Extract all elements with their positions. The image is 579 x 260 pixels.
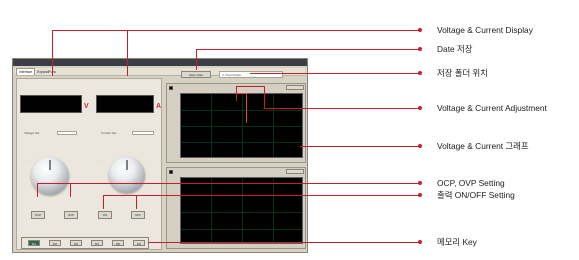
callout-line-on-v (103, 195, 104, 209)
gridline (211, 94, 212, 157)
current-set-field[interactable] (132, 131, 154, 135)
callout-line-ocp-ovp (37, 183, 420, 184)
callout-dot (418, 106, 422, 110)
gridline (273, 94, 274, 157)
voltage-set-field[interactable] (57, 131, 77, 135)
callout-line-adjust-v (236, 86, 237, 101)
gridline (273, 178, 274, 243)
callout-line-graph (300, 146, 420, 147)
current-display (96, 95, 154, 113)
gridline (211, 178, 212, 243)
lower-graph-frame (166, 167, 306, 249)
tab-expandfunc[interactable]: ExpandFunc (35, 69, 58, 76)
callout-label-memory: 메모리 Key (437, 237, 477, 247)
callout-line-folder (250, 73, 420, 74)
current-adjust-knob[interactable] (109, 157, 145, 193)
output-on-button[interactable]: ON (98, 211, 112, 219)
lower-graph (180, 177, 303, 244)
graph-trace (237, 93, 247, 123)
memory-key-2[interactable]: M2 (49, 240, 61, 246)
output-off-button[interactable]: OFF (131, 211, 145, 219)
voltage-set-label: Voltage Set (24, 131, 40, 135)
upper-graph-control[interactable] (286, 85, 304, 90)
ocp-button[interactable]: OCP (31, 211, 45, 219)
callout-dot (418, 47, 422, 51)
callout-label-output: 출력 ON/OFF Setting (437, 190, 515, 200)
memory-key-3[interactable]: M3 (70, 240, 82, 246)
callout-dot (418, 181, 422, 185)
memory-key-6[interactable]: M6 (133, 240, 145, 246)
memory-key-1[interactable]: M1 (28, 240, 40, 246)
callout-label-ocp-ovp: OCP, OVP Setting (437, 178, 505, 188)
callout-dot (418, 144, 422, 148)
callout-label-date-save: Date 저장 (437, 44, 473, 54)
graph-color-indicator (169, 170, 173, 174)
date-save-button[interactable]: Save Date (181, 71, 211, 78)
gridline (242, 178, 243, 243)
current-unit-label: A (156, 103, 162, 110)
callout-dot (418, 28, 422, 32)
callout-line-display-v (52, 30, 53, 76)
voltage-knob-indicator (49, 160, 51, 170)
callout-line-on-off (103, 195, 420, 196)
current-scale: · · · · · (97, 159, 106, 163)
callout-line-ocp-v (37, 183, 38, 197)
callout-line-off-v (136, 195, 137, 209)
current-knob-indicator (126, 160, 128, 170)
callout-dot (418, 193, 422, 197)
window-titlebar (13, 59, 307, 66)
callout-label-graph: Voltage & Current 그래프 (437, 141, 529, 151)
ovp-button[interactable]: OVP (64, 211, 78, 219)
callout-line-date-v (196, 49, 197, 70)
callout-label-adjustment: Voltage & Current Adjustment (437, 103, 547, 113)
callout-line-adjust-b (264, 86, 265, 108)
callout-line-memory (148, 242, 420, 243)
voltage-current-graph (180, 93, 303, 158)
voltage-unit-label: V (84, 103, 89, 110)
memory-key-5[interactable]: M5 (112, 240, 124, 246)
memory-key-4[interactable]: M4 (91, 240, 103, 246)
voltage-display (20, 95, 82, 113)
callout-label-display: Voltage & Current Display (437, 25, 533, 35)
callout-line-display (52, 30, 420, 31)
tab-interface[interactable]: Interface (16, 68, 36, 75)
voltage-scale: · · · · · (21, 159, 30, 163)
graph-color-indicator (169, 86, 173, 90)
current-set-label: Current Set (101, 131, 117, 135)
memory-key-group: M1 M2 M3 M4 M5 M6 (21, 237, 149, 249)
callout-line-display-a (127, 30, 128, 76)
callout-line-adjust-a (236, 86, 264, 87)
callout-line-adjust (264, 108, 420, 109)
control-panel: V A Voltage Set Current Set · · · · · · … (16, 78, 162, 250)
callout-line-ovp-v (70, 183, 71, 197)
callout-dot (418, 71, 422, 75)
callout-label-folder: 저장 폴더 위치 (437, 68, 488, 78)
callout-dot (418, 240, 422, 244)
lower-graph-control[interactable] (286, 169, 304, 174)
callout-line-date (196, 49, 420, 50)
